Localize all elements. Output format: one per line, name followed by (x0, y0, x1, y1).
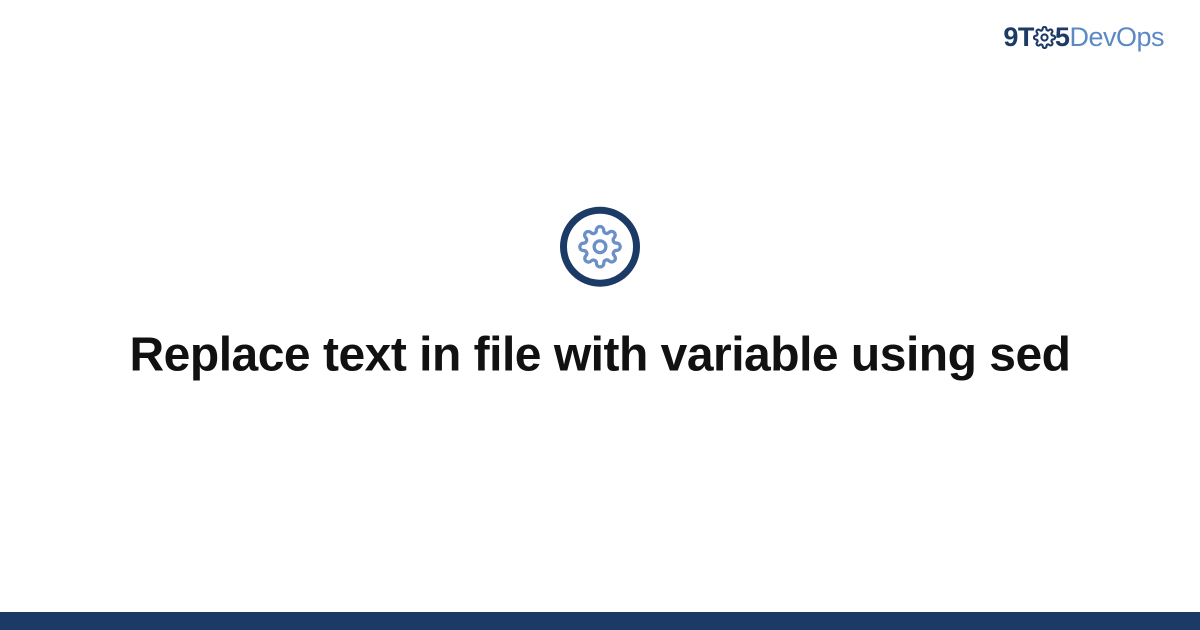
main-content: Replace text in file with variable using… (0, 207, 1200, 386)
logo-t: T (1018, 22, 1034, 52)
logo-five: 5 (1055, 22, 1070, 52)
gear-badge-icon (560, 207, 640, 287)
logo-dev: Dev (1069, 22, 1116, 52)
gear-icon (1033, 26, 1056, 49)
logo-nine: 9 (1003, 22, 1018, 52)
page-title: Replace text in file with variable using… (130, 327, 1071, 386)
footer-bar (0, 612, 1200, 630)
logo-ops: Ops (1116, 22, 1164, 52)
site-logo: 9T 5DevOps (1003, 22, 1164, 53)
